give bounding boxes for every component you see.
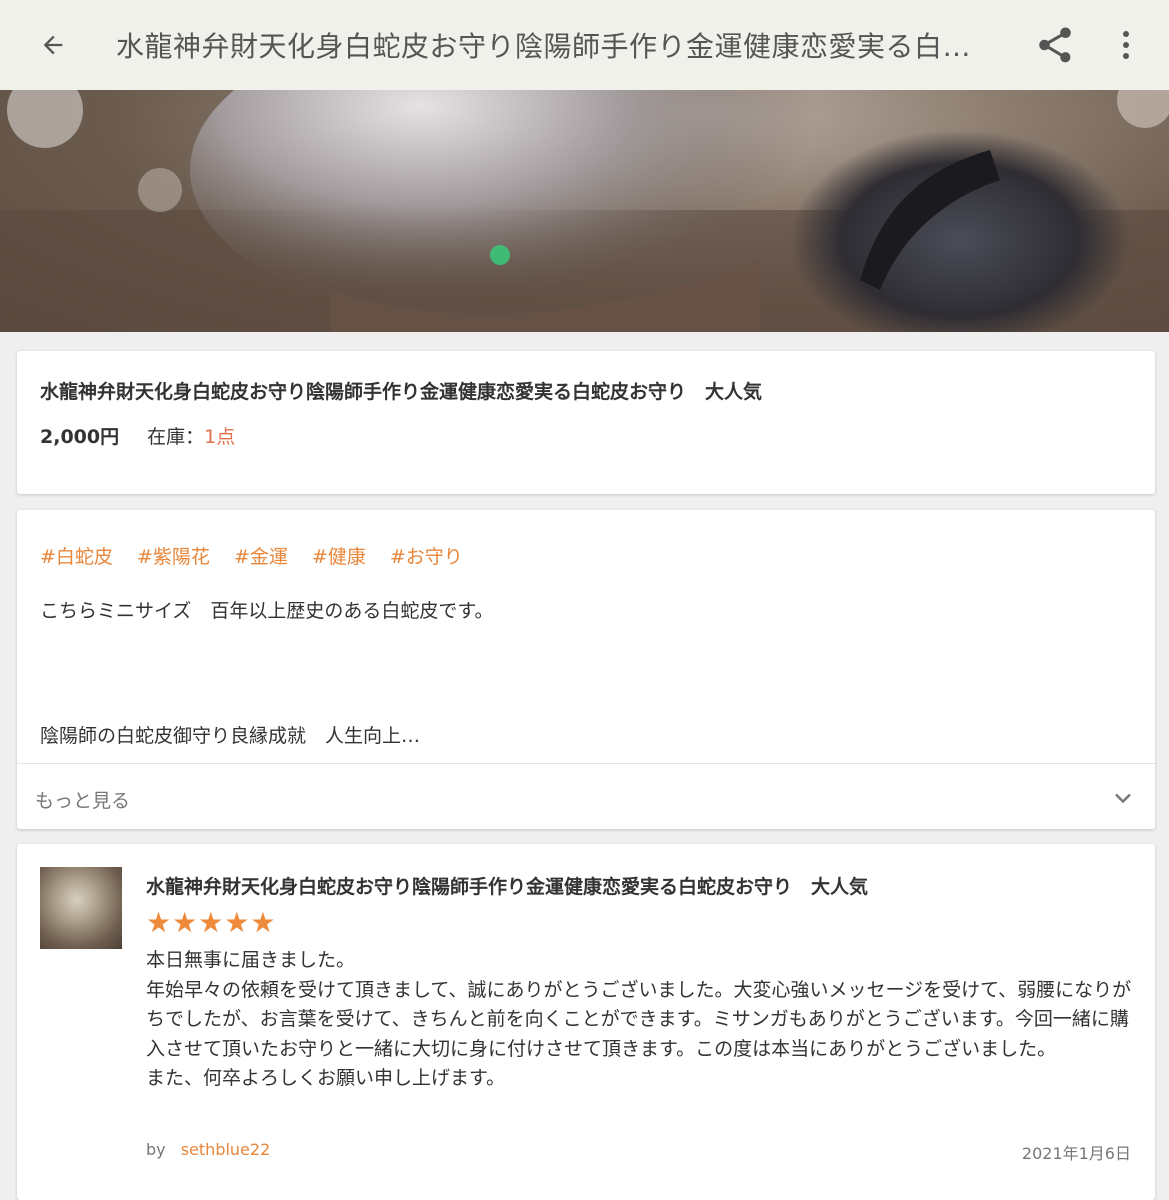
review-paragraph: 本日無事に届きました。 — [146, 949, 356, 971]
reviewer-link[interactable]: sethblue22 — [181, 1140, 271, 1159]
product-info-card: 水龍神弁財天化身白蛇皮お守り陰陽師手作り金運健康恋愛実る白蛇皮お守り 大人気 2… — [17, 351, 1155, 494]
tag-link[interactable]: #金運 — [234, 546, 288, 568]
price: 2,000円 — [40, 426, 120, 448]
description-line: 陰陽師の白蛇皮御守り良縁成就 人生向上… — [40, 725, 421, 747]
back-button[interactable] — [0, 0, 106, 90]
app-bar: 水龍神弁財天化身白蛇皮お守り陰陽師手作り金運健康恋愛実る白蛇皮お守り 大人気 — [0, 0, 1169, 90]
review-body: 本日無事に届きました。 年始早々の依頼を受けて頂きまして、誠にありがとうございま… — [146, 946, 1136, 1094]
tag-link[interactable]: #紫陽花 — [137, 546, 210, 568]
review-card: 水龍神弁財天化身白蛇皮お守り陰陽師手作り金運健康恋愛実る白蛇皮お守り 大人気 ★… — [17, 844, 1155, 1200]
review-author: by sethblue22 — [146, 1140, 270, 1159]
tag-link[interactable]: #白蛇皮 — [40, 546, 113, 568]
page-title: 水龍神弁財天化身白蛇皮お守り陰陽師手作り金運健康恋愛実る白蛇皮お守り 大人気 — [116, 30, 976, 63]
star-rating: ★★★★★ — [146, 906, 277, 939]
show-more-label: もっと見る — [35, 790, 131, 812]
product-title: 水龍神弁財天化身白蛇皮お守り陰陽師手作り金運健康恋愛実る白蛇皮お守り 大人気 — [40, 381, 763, 403]
tag-link[interactable]: #お守り — [390, 546, 463, 568]
review-thumbnail[interactable] — [40, 867, 122, 949]
share-button[interactable] — [1034, 24, 1076, 66]
by-label: by — [146, 1140, 166, 1159]
chevron-down-icon — [1115, 793, 1131, 804]
show-more-button[interactable]: もっと見る — [17, 764, 1155, 829]
tag-list: #白蛇皮 #紫陽花 #金運 #健康 #お守り — [40, 542, 481, 569]
share-icon — [1039, 27, 1071, 63]
review-paragraph: また、何卒よろしくお願い申し上げます。 — [146, 1067, 506, 1089]
review-paragraph: 年始早々の依頼を受けて頂きまして、誠にありがとうございました。大変心強いメッセー… — [146, 978, 1132, 1060]
price-row: 2,000円 在庫：1点 — [40, 422, 235, 449]
review-date: 2021年1月6日 — [1021, 1144, 1131, 1163]
product-image[interactable] — [0, 90, 1169, 332]
stock-label: 在庫： — [147, 426, 205, 448]
review-product-title: 水龍神弁財天化身白蛇皮お守り陰陽師手作り金運健康恋愛実る白蛇皮お守り 大人気 — [146, 876, 869, 898]
description-card: #白蛇皮 #紫陽花 #金運 #健康 #お守り こちらミニサイズ 百年以上歴史のあ… — [17, 510, 1155, 829]
tag-link[interactable]: #健康 — [312, 546, 366, 568]
description-line: こちらミニサイズ 百年以上歴史のある白蛇皮です。 — [40, 600, 494, 622]
hero-photo — [0, 90, 1169, 332]
arrow-left-icon — [43, 35, 63, 55]
more-options-button[interactable] — [1106, 24, 1146, 66]
stock-value: 1点 — [204, 426, 236, 448]
more-vert-icon — [1123, 31, 1129, 59]
